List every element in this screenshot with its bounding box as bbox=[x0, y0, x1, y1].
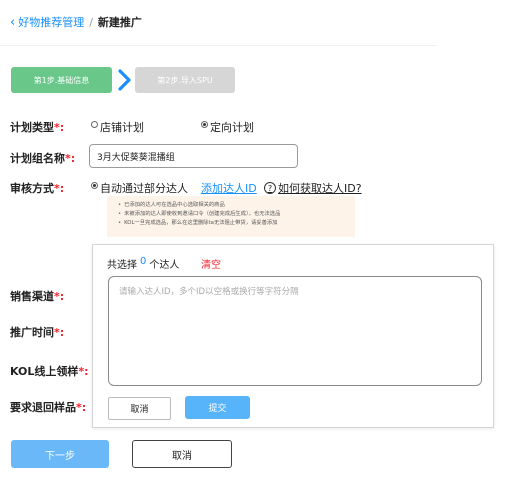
next-step-button[interactable]: 下一步 bbox=[11, 440, 109, 468]
radio-label: 自动通过部分达人 bbox=[100, 182, 188, 195]
radio-checked-icon bbox=[201, 120, 208, 128]
cancel-button[interactable]: 取消 bbox=[132, 440, 232, 468]
group-name-label: 计划组名称*: bbox=[10, 152, 76, 165]
radio-store-plan[interactable]: 店铺计划 bbox=[91, 119, 144, 135]
question-circle-icon: ? bbox=[264, 182, 276, 194]
selected-count-number: 0 bbox=[140, 256, 147, 267]
review-mode-label: 审核方式*: bbox=[10, 182, 65, 195]
breadcrumb-separator: / bbox=[89, 15, 93, 29]
talent-id-textarea[interactable] bbox=[108, 276, 482, 386]
popup-submit-button[interactable]: 提交 bbox=[185, 396, 250, 419]
how-to-get-talent-id-link[interactable]: ? 如何获取达人ID? bbox=[264, 180, 362, 196]
kol-sample-label: KOL线上领样*: bbox=[10, 365, 89, 378]
notice-item: KOL一旦完成选品，那么在这里删除ta无法阻止带货，请妥善添加 bbox=[118, 219, 355, 228]
clear-button[interactable]: 清空 bbox=[201, 256, 221, 271]
radio-auto-approve[interactable]: 自动通过部分达人 bbox=[91, 180, 188, 196]
group-name-input[interactable] bbox=[89, 144, 298, 168]
help-link-text: 如何获取达人ID? bbox=[278, 182, 362, 195]
popup-cancel-button[interactable]: 取消 bbox=[108, 397, 171, 420]
sales-channel-label: 销售渠道*: bbox=[10, 290, 65, 303]
header-divider bbox=[0, 45, 437, 46]
breadcrumb: ‹ 好物推荐管理 / 新建推广 bbox=[10, 14, 142, 30]
page-title: 新建推广 bbox=[97, 16, 142, 29]
required-mark: *: bbox=[78, 365, 89, 378]
add-talent-id-link[interactable]: 添加达人ID bbox=[201, 180, 257, 196]
step-import-spu: 第2步.导入SPU bbox=[135, 67, 235, 93]
step-arrow-icon bbox=[118, 69, 131, 91]
required-mark: *: bbox=[54, 121, 65, 134]
required-mark: *: bbox=[76, 401, 87, 414]
radio-label: 定向计划 bbox=[210, 121, 254, 134]
notice-item: 已添加的达人可在选品中心选取相关的商品 bbox=[118, 201, 355, 210]
plan-type-label: 计划类型*: bbox=[10, 121, 65, 134]
radio-label: 店铺计划 bbox=[100, 121, 144, 134]
breadcrumb-parent-link[interactable]: 好物推荐管理 bbox=[18, 14, 84, 30]
radio-checked-icon bbox=[91, 181, 98, 189]
chevron-left-icon[interactable]: ‹ bbox=[10, 16, 15, 29]
step-basic-info: 第1步.基础信息 bbox=[11, 67, 112, 93]
required-mark: *: bbox=[54, 182, 65, 195]
notice-box: 已添加的达人可在选品中心选取相关的商品 未被添加的达人即使收到邀请口令（创建完成… bbox=[107, 196, 355, 237]
radio-targeted-plan[interactable]: 定向计划 bbox=[201, 119, 254, 135]
return-sample-label: 要求退回样品*: bbox=[10, 401, 87, 414]
notice-item: 未被添加的达人即使收到邀请口令（创建完成后生成），也无法选品 bbox=[118, 210, 355, 219]
required-mark: *: bbox=[54, 290, 65, 303]
selected-count-text: 共选择 0 个达人 bbox=[107, 256, 180, 271]
radio-circle-icon bbox=[91, 120, 98, 128]
required-mark: *: bbox=[54, 326, 65, 339]
promo-time-label: 推广时间*: bbox=[10, 326, 65, 339]
required-mark: *: bbox=[65, 152, 76, 165]
